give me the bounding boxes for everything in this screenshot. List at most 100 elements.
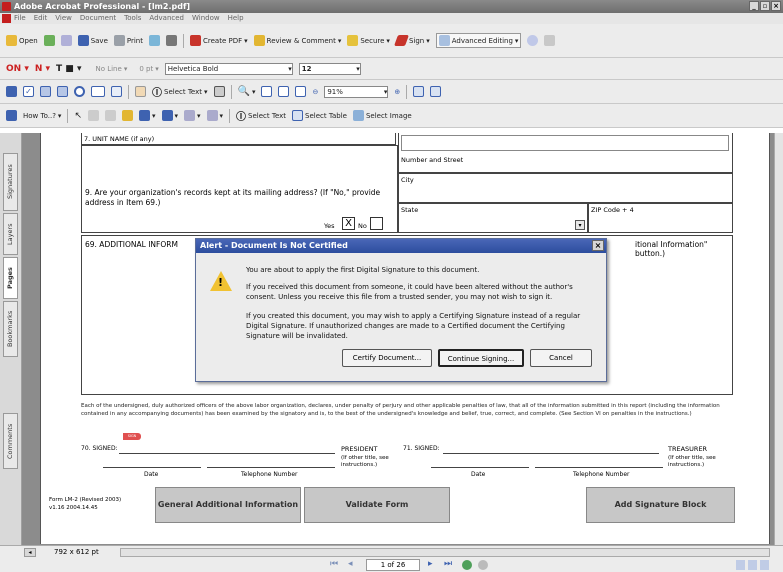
find-icon[interactable] [166, 35, 177, 46]
cancel-button[interactable]: Cancel [530, 349, 592, 367]
combobox-tool-icon[interactable] [40, 86, 51, 97]
touchup-text-button[interactable]: ▾ [184, 110, 201, 121]
state-dropdown-icon[interactable]: ▾ [575, 220, 585, 230]
menu-advanced[interactable]: Advanced [149, 13, 184, 24]
go-forward-icon[interactable] [478, 560, 488, 570]
actual-size-icon[interactable] [261, 86, 273, 97]
email-send-icon[interactable] [149, 35, 160, 46]
font-size-select[interactable]: 12 ▾ [298, 62, 361, 75]
select-object-button[interactable]: ↖ [74, 111, 82, 121]
help-icon[interactable] [527, 35, 539, 46]
zoom-out-button[interactable]: ⊖ [312, 88, 318, 96]
horizontal-scrollbar[interactable] [120, 548, 770, 557]
tab-comments[interactable]: Comments [3, 413, 18, 469]
next-page-button[interactable]: ▸ [428, 559, 433, 569]
yes-checkbox[interactable]: X [342, 217, 355, 230]
movie-tool-button[interactable]: ▾ [161, 110, 178, 121]
checkbox-tool-icon[interactable]: ✓ [23, 86, 34, 97]
text-color-button[interactable]: T ■ ▾ [56, 64, 81, 74]
menu-help[interactable]: Help [228, 13, 244, 24]
minimize-button[interactable]: _ [749, 1, 759, 11]
tab-layers[interactable]: Layers [3, 213, 18, 255]
zoom-in-button[interactable]: ⊕ [394, 88, 400, 96]
menu-view[interactable]: View [55, 13, 72, 24]
facing-view-icon[interactable] [760, 560, 769, 570]
attach-button[interactable]: ▾ [206, 110, 223, 121]
button-tool-icon[interactable] [6, 86, 17, 97]
tasks-toolbar: How To..? ▾ ↖ ▾ ▾ ▾ ▾ Ⓘ Select Text Selec… [0, 104, 783, 128]
line-width-dropdown[interactable]: 0 pt ▾ [133, 65, 158, 73]
general-additional-info-button[interactable]: General Additional Information [155, 487, 301, 523]
email-icon[interactable] [60, 35, 72, 46]
menu-file[interactable]: File [14, 13, 26, 24]
menu-document[interactable]: Document [80, 13, 116, 24]
previous-page-button[interactable]: ◂ [348, 559, 353, 569]
listbox-tool-icon[interactable] [57, 86, 68, 97]
status-bar: ◂ 792 x 612 pt ⏮ ◂ 1 of 26 ▸ ⏭ [0, 545, 783, 572]
rotate-clockwise-icon[interactable] [430, 86, 442, 97]
select-text-tool-button[interactable]: Ⓘ Select Text [236, 108, 286, 124]
zoom-tool-button[interactable]: 🔍 ▾ [238, 86, 256, 97]
font-name-select[interactable]: Helvetica Bold ▾ [164, 62, 293, 75]
tab-pages[interactable]: Pages [3, 257, 18, 299]
restore-button[interactable]: ▫ [760, 1, 770, 11]
continuous-view-icon[interactable] [748, 560, 757, 570]
print-button[interactable]: Print [113, 35, 143, 46]
secure-button[interactable]: Secure ▾ [347, 35, 390, 46]
line-color-button[interactable]: N ▾ [35, 64, 50, 74]
hand-tool-icon[interactable] [135, 86, 146, 97]
select-table-button[interactable]: Select Table [292, 110, 347, 121]
zoom-select[interactable]: 91% ▾ [324, 85, 389, 98]
line-style-value: No Line [95, 64, 122, 73]
snapshot-icon[interactable] [213, 86, 225, 97]
menu-edit[interactable]: Edit [34, 13, 48, 24]
menu-window[interactable]: Window [192, 13, 220, 24]
radio-tool-icon[interactable] [74, 86, 85, 97]
article-tool-button[interactable]: ▾ [138, 110, 156, 121]
menu-tools[interactable]: Tools [124, 13, 141, 24]
address-field[interactable] [401, 135, 729, 151]
signature-field-tool-icon[interactable] [111, 86, 122, 97]
validate-form-button[interactable]: Validate Form [304, 487, 450, 523]
sign-button[interactable]: Sign ▾ [393, 35, 430, 46]
line-style-dropdown[interactable]: No Line ▾ [87, 65, 127, 73]
fit-page-icon[interactable] [278, 86, 290, 97]
create-pdf-button[interactable]: Create PDF ▾ [190, 35, 248, 46]
page-number-field[interactable]: 1 of 26 [366, 559, 420, 571]
advanced-editing-button[interactable]: Advanced Editing ▾ [435, 33, 522, 48]
phone-line-71 [535, 467, 663, 468]
rotate-icon[interactable] [413, 86, 425, 97]
touchup-icon[interactable] [121, 110, 133, 121]
tab-signatures[interactable]: Signatures [3, 153, 18, 211]
vertical-scrollbar[interactable] [774, 133, 783, 545]
save-button[interactable]: Save [77, 35, 108, 46]
select-text-button[interactable]: Ⓘ Select Text ▾ [152, 84, 208, 100]
select-image-button[interactable]: Select Image [352, 110, 412, 121]
organizer-icon[interactable] [43, 35, 55, 46]
certify-document-button[interactable]: Certify Document... [342, 349, 432, 367]
crop-icon[interactable] [87, 110, 99, 121]
continue-signing-button[interactable]: Continue Signing... [438, 349, 524, 367]
no-checkbox[interactable] [370, 217, 383, 230]
fit-width-icon[interactable] [295, 86, 307, 97]
fill-color-button[interactable]: ON ▾ [6, 64, 29, 74]
close-button[interactable]: × [771, 1, 781, 11]
how-to-button[interactable]: How To..? ▾ [23, 112, 61, 120]
horizontal-scroll-left[interactable]: ◂ [24, 548, 36, 557]
last-page-button[interactable]: ⏭ [444, 559, 452, 569]
review-comment-button[interactable]: Review & Comment ▾ [253, 35, 341, 46]
link-tool-icon[interactable] [104, 110, 116, 121]
file-toolbar: Open Save Print Create PDF ▾ Review & Co… [0, 24, 783, 58]
form-version: v1.16 2004.14.45 [49, 505, 98, 511]
sign-here-flag[interactable]: SIGN [123, 433, 141, 440]
go-back-icon[interactable] [462, 560, 472, 570]
open-button[interactable]: Open [6, 35, 38, 46]
first-page-button[interactable]: ⏮ [330, 559, 338, 569]
back-icon[interactable] [544, 35, 556, 46]
textfield-tool-icon[interactable] [91, 86, 105, 97]
chevron-down-icon: ▾ [288, 64, 292, 73]
dialog-close-button[interactable]: × [592, 240, 604, 251]
add-signature-block-button[interactable]: Add Signature Block [586, 487, 735, 523]
tab-bookmarks[interactable]: Bookmarks [3, 301, 18, 357]
single-page-view-icon[interactable] [736, 560, 745, 570]
